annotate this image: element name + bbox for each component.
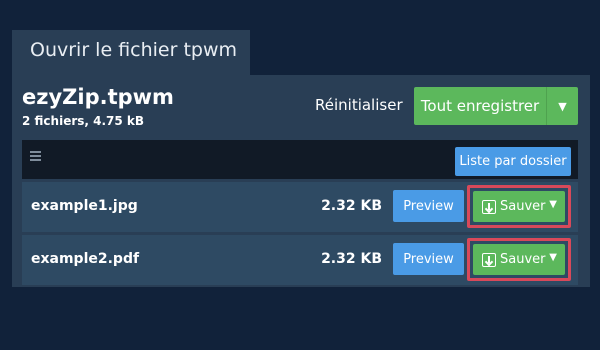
file-size: 2.32 KB xyxy=(321,198,382,214)
save-button[interactable]: Sauver ▼ xyxy=(473,191,565,222)
download-icon xyxy=(482,199,496,214)
tab-title: Ouvrir le fichier tpwm xyxy=(30,39,238,61)
save-all-label: Tout enregistrer xyxy=(420,97,540,115)
file-list-toolbar: Liste par dossier xyxy=(22,140,578,179)
file-panel: ezyZip.tpwm 2 fichiers, 4.75 kB Réinitia… xyxy=(12,75,590,287)
preview-button[interactable]: Preview xyxy=(393,190,464,222)
save-button-highlight: Sauver ▼ xyxy=(467,185,571,228)
save-button-highlight: Sauver ▼ xyxy=(467,238,571,281)
file-row: example2.pdf 2.32 KB Preview Sauver ▼ xyxy=(22,235,578,285)
reset-button[interactable]: Réinitialiser xyxy=(315,96,403,114)
save-button[interactable]: Sauver ▼ xyxy=(473,244,565,275)
save-label: Sauver xyxy=(500,199,546,214)
file-name: example1.jpg xyxy=(31,198,138,214)
file-name: example2.pdf xyxy=(31,251,140,267)
caret-down-icon[interactable]: ▼ xyxy=(547,100,578,113)
preview-button[interactable]: Preview xyxy=(393,243,464,275)
file-row: example1.jpg 2.32 KB Preview Sauver ▼ xyxy=(22,182,578,232)
download-icon xyxy=(482,252,496,267)
caret-down-icon[interactable]: ▼ xyxy=(549,252,557,263)
archive-info: 2 fichiers, 4.75 kB xyxy=(22,114,145,128)
save-all-button[interactable]: Tout enregistrer ▼ xyxy=(414,87,578,125)
archive-name: ezyZip.tpwm xyxy=(22,85,174,109)
list-by-folder-button[interactable]: Liste par dossier xyxy=(455,147,571,176)
tab-open-file[interactable]: Ouvrir le fichier tpwm xyxy=(12,30,250,76)
hamburger-icon[interactable] xyxy=(30,151,41,161)
save-label: Sauver xyxy=(500,252,546,267)
file-size: 2.32 KB xyxy=(321,251,382,267)
caret-down-icon[interactable]: ▼ xyxy=(549,199,557,210)
